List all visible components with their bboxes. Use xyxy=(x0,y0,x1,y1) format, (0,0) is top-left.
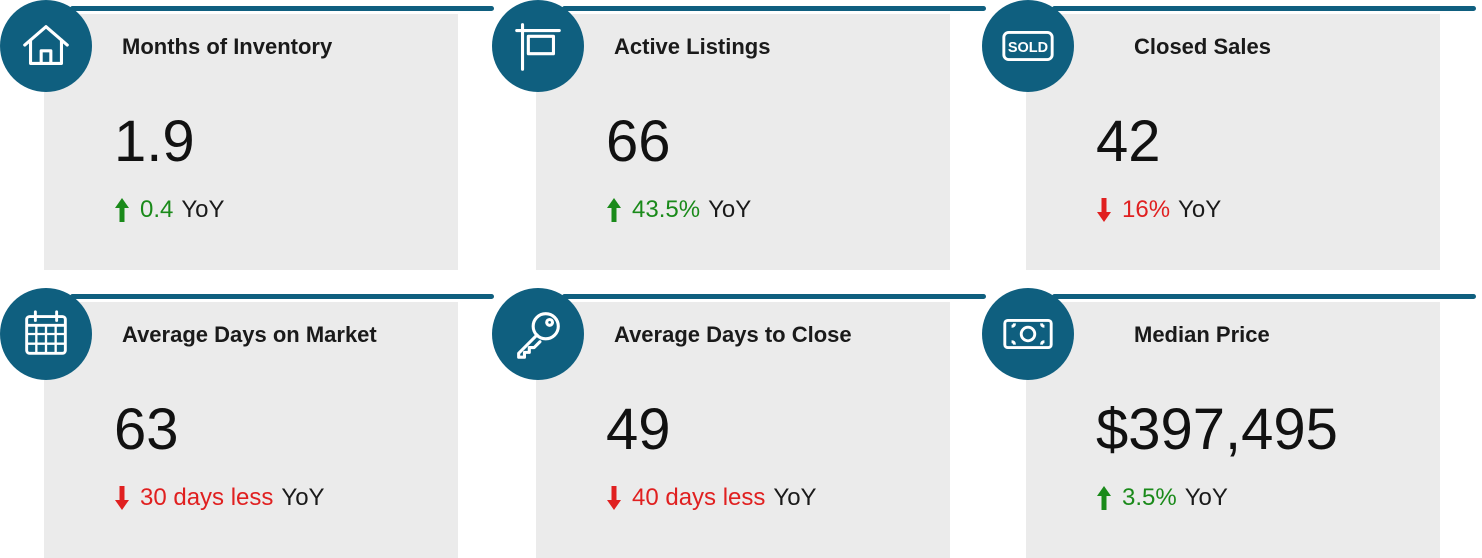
card-top-accent-line xyxy=(1052,6,1476,11)
stat-card-closed-sales: SOLD Closed Sales 42 16% YoY xyxy=(982,0,1476,270)
change-suffix: YoY xyxy=(181,196,225,223)
svg-text:SOLD: SOLD xyxy=(1008,40,1048,56)
stat-card-average-days-to-close: Average Days to Close 49 40 days less Yo… xyxy=(492,288,986,558)
card-title: Average Days on Market xyxy=(122,322,377,347)
change-delta: 16% xyxy=(1122,196,1171,223)
icon-badge xyxy=(492,0,584,92)
stat-card-months-of-inventory: Months of Inventory 1.9 0.4 YoY xyxy=(0,0,494,270)
change-delta: 3.5% xyxy=(1122,484,1177,511)
card-value: 42 xyxy=(1096,109,1161,174)
card-top-accent-line xyxy=(562,294,986,299)
calendar-icon xyxy=(25,310,67,355)
card-top-accent-line xyxy=(70,294,494,299)
yoy-change: 40 days less YoY xyxy=(606,484,817,512)
arrow-up-icon xyxy=(114,196,130,224)
icon-badge xyxy=(492,288,584,380)
stat-card-median-price: Median Price $397,495 3.5% YoY xyxy=(982,288,1476,558)
card-title: Average Days to Close xyxy=(614,322,852,347)
change-suffix: YoY xyxy=(1178,196,1222,223)
card-top-accent-line xyxy=(562,6,986,11)
arrow-down-icon xyxy=(1096,196,1112,224)
card-value: 63 xyxy=(114,397,179,462)
change-delta: 40 days less xyxy=(632,484,766,511)
icon-badge: SOLD xyxy=(982,0,1074,92)
card-title: Months of Inventory xyxy=(122,34,333,59)
change-suffix: YoY xyxy=(1184,484,1228,511)
card-top-accent-line xyxy=(1052,294,1476,299)
change-suffix: YoY xyxy=(708,196,752,223)
money-bill-icon xyxy=(1003,319,1053,349)
change-suffix: YoY xyxy=(281,484,325,511)
yoy-change: 43.5% YoY xyxy=(606,196,751,224)
for-sale-sign-icon xyxy=(515,23,561,71)
house-icon xyxy=(23,25,69,65)
yoy-change: 16% YoY xyxy=(1096,196,1221,224)
icon-badge xyxy=(0,288,92,380)
arrow-down-icon xyxy=(114,484,130,512)
sold-sign-icon: SOLD xyxy=(1002,31,1054,61)
stat-card-active-listings: Active Listings 66 43.5% YoY xyxy=(492,0,986,270)
stat-card-average-days-on-market: Average Days on Market 63 30 days less Y… xyxy=(0,288,494,558)
card-top-accent-line xyxy=(70,6,494,11)
change-delta: 43.5% xyxy=(632,196,701,223)
card-value: $397,495 xyxy=(1096,397,1338,462)
change-delta: 30 days less xyxy=(140,484,274,511)
card-value: 66 xyxy=(606,109,671,174)
arrow-up-icon xyxy=(606,196,622,224)
card-value: 1.9 xyxy=(114,109,195,174)
yoy-change: 3.5% YoY xyxy=(1096,484,1228,512)
yoy-change: 0.4 YoY xyxy=(114,196,225,224)
change-delta: 0.4 xyxy=(140,196,174,223)
icon-badge xyxy=(0,0,92,92)
card-title: Active Listings xyxy=(614,34,771,59)
key-icon xyxy=(517,312,560,359)
arrow-down-icon xyxy=(606,484,622,512)
card-value: 49 xyxy=(606,397,671,462)
card-title: Closed Sales xyxy=(1134,34,1271,59)
change-suffix: YoY xyxy=(773,484,817,511)
icon-badge xyxy=(982,288,1074,380)
card-title: Median Price xyxy=(1134,322,1270,347)
yoy-change: 30 days less YoY xyxy=(114,484,325,512)
arrow-up-icon xyxy=(1096,484,1112,512)
